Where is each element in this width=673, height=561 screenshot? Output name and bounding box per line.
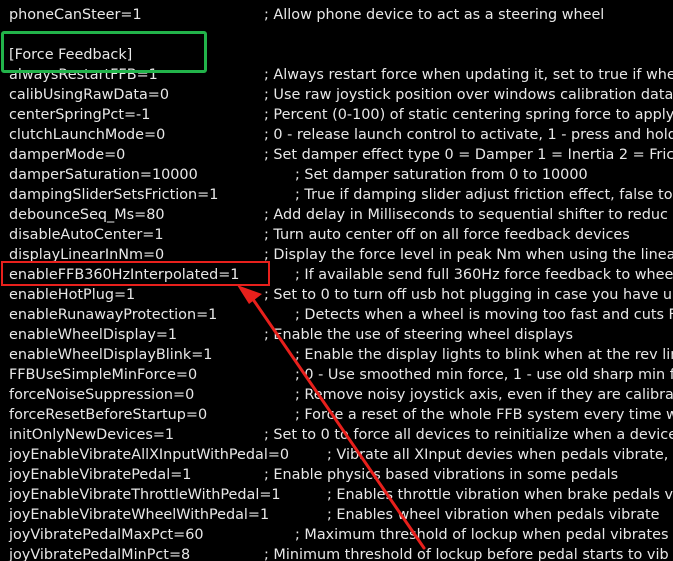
ini-text-view[interactable]: phoneCanSteer=1 ; Allow phone device to … xyxy=(0,0,673,561)
red-arrow-annotation xyxy=(237,285,426,550)
arrow-head-icon xyxy=(237,285,262,304)
arrow-shaft xyxy=(246,290,426,550)
